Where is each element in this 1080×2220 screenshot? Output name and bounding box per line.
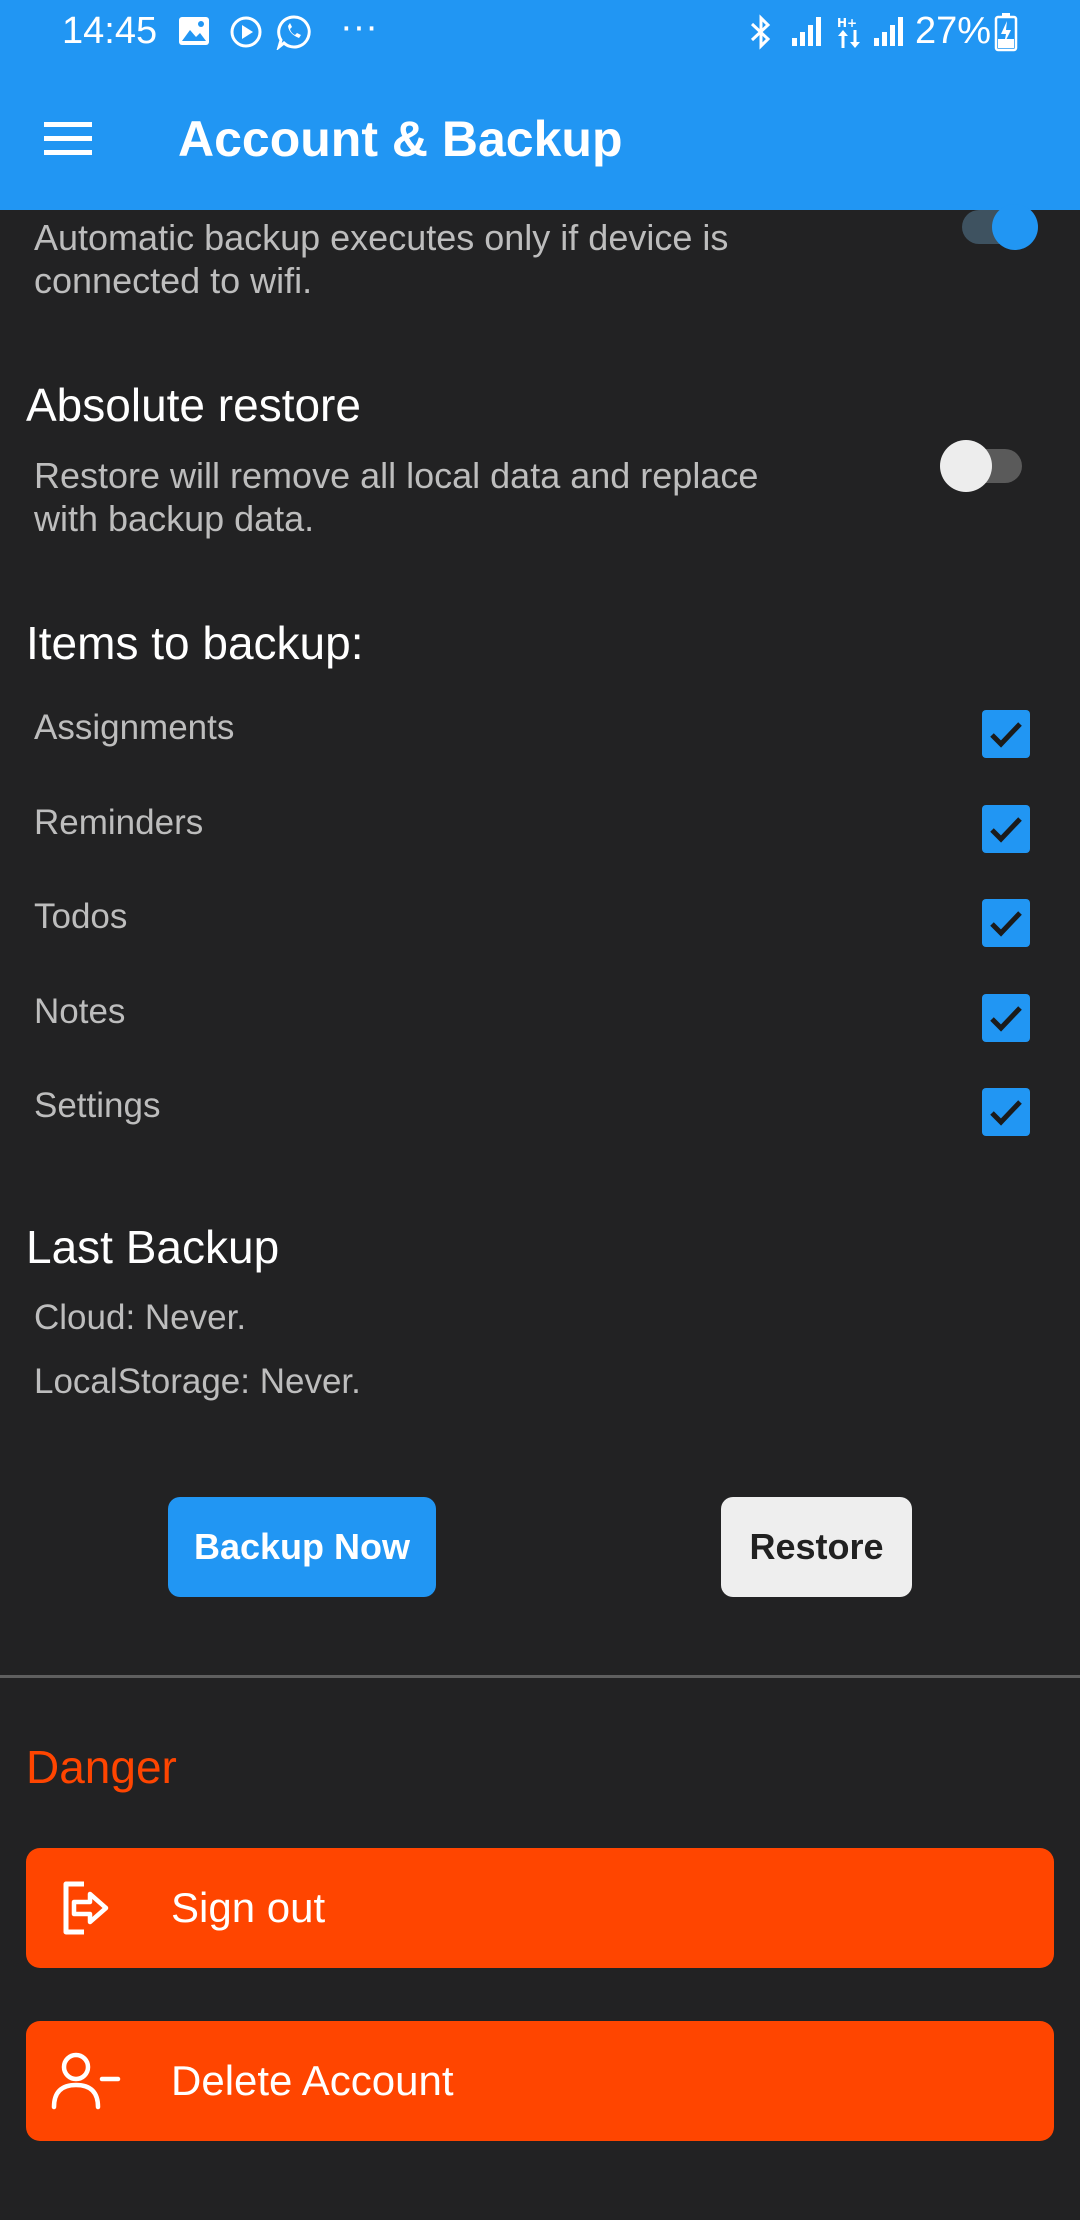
items-to-backup-title: Items to backup: [26,617,364,669]
checkbox-assignments[interactable] [982,710,1030,758]
delete-account-label: Delete Account [171,2057,454,2104]
signal-strength-2-icon [874,17,903,46]
hamburger-menu-icon[interactable] [44,120,92,156]
auto-backup-description: Automatic backup executes only if device… [34,217,729,301]
backup-now-button[interactable]: Backup Now [168,1497,436,1597]
last-backup-cloud: Cloud: Never. [34,1298,247,1337]
checkmark-icon [990,1100,1022,1126]
battery-charging-icon [994,13,1018,52]
checkbox-settings[interactable] [982,1088,1030,1136]
section-divider [0,1675,1080,1678]
svg-text:H+: H+ [837,16,857,30]
item-label-assignments: Assignments [34,708,235,747]
item-label-settings: Settings [34,1086,161,1125]
restore-button[interactable]: Restore [721,1497,912,1597]
remove-user-icon [51,2052,121,2110]
play-notification-icon [230,16,262,48]
checkmark-icon [990,817,1022,843]
absolute-restore-description: Restore will remove all local data and r… [34,455,759,539]
danger-title: Danger [26,1741,177,1793]
checkmark-icon [990,911,1022,937]
page-title: Account & Backup [178,111,623,167]
status-time: 14:45 [62,10,158,52]
last-backup-title: Last Backup [26,1221,280,1273]
last-backup-local: LocalStorage: Never. [34,1362,361,1401]
delete-account-button[interactable]: Delete Account [26,2021,1054,2141]
toggle-thumb [992,204,1038,250]
mobile-data-icon: H+ [837,16,860,48]
gallery-notification-icon [179,17,209,45]
sign-out-label: Sign out [171,1884,326,1931]
sign-out-button[interactable]: Sign out [26,1848,1054,1968]
more-notifications-icon: ··· [340,6,378,48]
item-label-reminders: Reminders [34,803,204,842]
bluetooth-icon [750,14,771,50]
auto-backup-toggle[interactable] [962,204,1042,250]
checkbox-reminders[interactable] [982,805,1030,853]
checkmark-icon [990,722,1022,748]
sign-out-icon [63,1881,109,1935]
absolute-restore-title: Absolute restore [26,379,361,431]
toggle-thumb [940,440,992,492]
checkbox-notes[interactable] [982,994,1030,1042]
checkbox-todos[interactable] [982,899,1030,947]
item-label-todos: Todos [34,897,128,936]
battery-percent: 27% [915,10,992,52]
item-label-notes: Notes [34,992,126,1031]
app-header: 14:45 ··· H+ 27% Account & Backup [0,0,1080,210]
absolute-restore-toggle[interactable] [940,440,1026,492]
signal-strength-icon [792,17,821,46]
whatsapp-notification-icon [276,15,311,50]
checkmark-icon [990,1006,1022,1032]
